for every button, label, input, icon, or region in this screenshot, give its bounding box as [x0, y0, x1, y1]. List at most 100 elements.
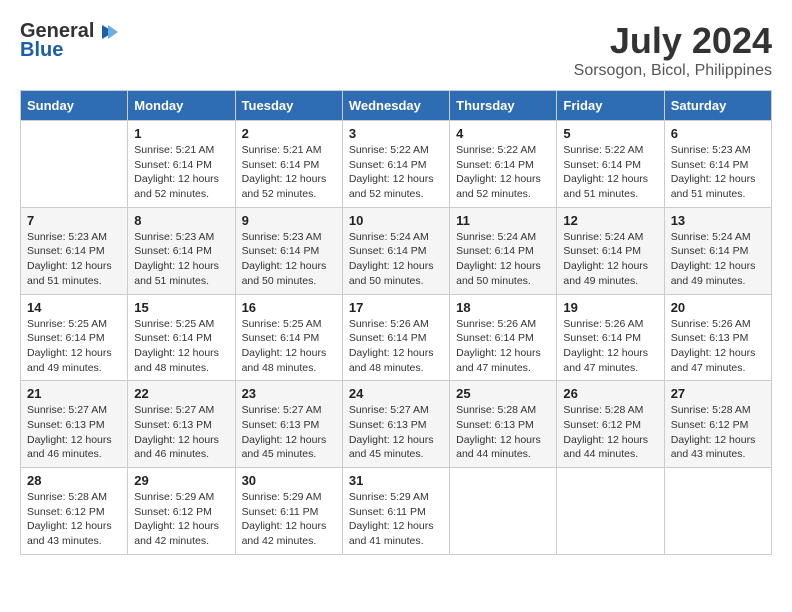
day-cell: 20 Sunrise: 5:26 AMSunset: 6:13 PMDayligh… — [664, 294, 771, 381]
day-cell: 3 Sunrise: 5:22 AMSunset: 6:14 PMDaylight… — [342, 121, 449, 208]
day-number: 26 — [563, 386, 657, 401]
day-info: Sunrise: 5:24 AMSunset: 6:14 PMDaylight:… — [456, 230, 550, 289]
day-cell: 14 Sunrise: 5:25 AMSunset: 6:14 PMDayligh… — [21, 294, 128, 381]
day-number: 9 — [242, 213, 336, 228]
day-info: Sunrise: 5:27 AMSunset: 6:13 PMDaylight:… — [27, 403, 121, 462]
day-number: 29 — [134, 473, 228, 488]
day-cell: 29Sunrise: 5:29 AMSunset: 6:12 PMDayligh… — [128, 468, 235, 555]
day-cell: 10 Sunrise: 5:24 AMSunset: 6:14 PMDayligh… — [342, 207, 449, 294]
day-cell: 19Sunrise: 5:26 AMSunset: 6:14 PMDayligh… — [557, 294, 664, 381]
day-cell: 12 Sunrise: 5:24 AMSunset: 6:14 PMDayligh… — [557, 207, 664, 294]
day-cell: 26Sunrise: 5:28 AMSunset: 6:12 PMDayligh… — [557, 381, 664, 468]
day-info: Sunrise: 5:27 AMSunset: 6:13 PMDaylight:… — [349, 403, 443, 462]
day-number: 8 — [134, 213, 228, 228]
day-number: 23 — [242, 386, 336, 401]
header-cell-thursday: Thursday — [450, 91, 557, 121]
day-info: Sunrise: 5:22 AMSunset: 6:14 PMDaylight:… — [456, 143, 550, 202]
day-number: 1 — [134, 126, 228, 141]
logo-blue-text: Blue — [20, 39, 63, 62]
day-number: 2 — [242, 126, 336, 141]
day-info: Sunrise: 5:28 AMSunset: 6:13 PMDaylight:… — [456, 403, 550, 462]
day-info: Sunrise: 5:29 AMSunset: 6:11 PMDaylight:… — [349, 490, 443, 549]
day-info: Sunrise: 5:29 AMSunset: 6:11 PMDaylight:… — [242, 490, 336, 549]
day-info: Sunrise: 5:25 AMSunset: 6:14 PMDaylight:… — [27, 317, 121, 376]
day-cell: 28 Sunrise: 5:28 AMSunset: 6:12 PMDayligh… — [21, 468, 128, 555]
day-cell: 16 Sunrise: 5:25 AMSunset: 6:14 PMDayligh… — [235, 294, 342, 381]
week-row-4: 21 Sunrise: 5:27 AMSunset: 6:13 PMDayligh… — [21, 381, 772, 468]
week-row-3: 14 Sunrise: 5:25 AMSunset: 6:14 PMDayligh… — [21, 294, 772, 381]
day-number: 21 — [27, 386, 121, 401]
day-cell: 27Sunrise: 5:28 AMSunset: 6:12 PMDayligh… — [664, 381, 771, 468]
day-number: 3 — [349, 126, 443, 141]
day-info: Sunrise: 5:22 AMSunset: 6:14 PMDaylight:… — [563, 143, 657, 202]
day-number: 4 — [456, 126, 550, 141]
day-info: Sunrise: 5:26 AMSunset: 6:14 PMDaylight:… — [456, 317, 550, 376]
day-info: Sunrise: 5:24 AMSunset: 6:14 PMDaylight:… — [671, 230, 765, 289]
day-cell: 17Sunrise: 5:26 AMSunset: 6:14 PMDayligh… — [342, 294, 449, 381]
day-cell: 13 Sunrise: 5:24 AMSunset: 6:14 PMDayligh… — [664, 207, 771, 294]
day-number: 14 — [27, 300, 121, 315]
page-header: General Blue July 2024 Sorsogon, Bicol, … — [20, 20, 772, 80]
day-info: Sunrise: 5:27 AMSunset: 6:13 PMDaylight:… — [242, 403, 336, 462]
day-number: 10 — [349, 213, 443, 228]
day-number: 6 — [671, 126, 765, 141]
day-number: 5 — [563, 126, 657, 141]
day-number: 16 — [242, 300, 336, 315]
day-cell — [664, 468, 771, 555]
day-cell: 7Sunrise: 5:23 AMSunset: 6:14 PMDaylight… — [21, 207, 128, 294]
day-number: 13 — [671, 213, 765, 228]
day-number: 28 — [27, 473, 121, 488]
calendar-body: 1 Sunrise: 5:21 AMSunset: 6:14 PMDaylight… — [21, 121, 772, 555]
day-number: 27 — [671, 386, 765, 401]
day-number: 15 — [134, 300, 228, 315]
day-info: Sunrise: 5:26 AMSunset: 6:13 PMDaylight:… — [671, 317, 765, 376]
day-cell: 23 Sunrise: 5:27 AMSunset: 6:13 PMDayligh… — [235, 381, 342, 468]
day-cell: 6Sunrise: 5:23 AMSunset: 6:14 PMDaylight… — [664, 121, 771, 208]
day-number: 24 — [349, 386, 443, 401]
week-row-2: 7Sunrise: 5:23 AMSunset: 6:14 PMDaylight… — [21, 207, 772, 294]
day-info: Sunrise: 5:23 AMSunset: 6:14 PMDaylight:… — [134, 230, 228, 289]
day-cell: 21 Sunrise: 5:27 AMSunset: 6:13 PMDayligh… — [21, 381, 128, 468]
day-cell: 4 Sunrise: 5:22 AMSunset: 6:14 PMDaylight… — [450, 121, 557, 208]
location: Sorsogon, Bicol, Philippines — [574, 62, 772, 80]
day-cell — [21, 121, 128, 208]
header-row: SundayMondayTuesdayWednesdayThursdayFrid… — [21, 91, 772, 121]
month-year: July 2024 — [574, 20, 772, 62]
header-cell-tuesday: Tuesday — [235, 91, 342, 121]
header-cell-wednesday: Wednesday — [342, 91, 449, 121]
day-info: Sunrise: 5:24 AMSunset: 6:14 PMDaylight:… — [349, 230, 443, 289]
day-number: 12 — [563, 213, 657, 228]
day-info: Sunrise: 5:28 AMSunset: 6:12 PMDaylight:… — [27, 490, 121, 549]
day-number: 20 — [671, 300, 765, 315]
calendar-table: SundayMondayTuesdayWednesdayThursdayFrid… — [20, 90, 772, 555]
day-cell: 9Sunrise: 5:23 AMSunset: 6:14 PMDaylight… — [235, 207, 342, 294]
day-cell: 18 Sunrise: 5:26 AMSunset: 6:14 PMDayligh… — [450, 294, 557, 381]
day-cell: 30 Sunrise: 5:29 AMSunset: 6:11 PMDayligh… — [235, 468, 342, 555]
day-info: Sunrise: 5:21 AMSunset: 6:14 PMDaylight:… — [242, 143, 336, 202]
day-number: 22 — [134, 386, 228, 401]
day-info: Sunrise: 5:25 AMSunset: 6:14 PMDaylight:… — [242, 317, 336, 376]
day-number: 31 — [349, 473, 443, 488]
day-cell: 1 Sunrise: 5:21 AMSunset: 6:14 PMDaylight… — [128, 121, 235, 208]
week-row-5: 28 Sunrise: 5:28 AMSunset: 6:12 PMDayligh… — [21, 468, 772, 555]
day-info: Sunrise: 5:21 AMSunset: 6:14 PMDaylight:… — [134, 143, 228, 202]
day-cell — [450, 468, 557, 555]
day-cell: 2 Sunrise: 5:21 AMSunset: 6:14 PMDaylight… — [235, 121, 342, 208]
day-number: 18 — [456, 300, 550, 315]
day-cell — [557, 468, 664, 555]
day-cell: 11Sunrise: 5:24 AMSunset: 6:14 PMDayligh… — [450, 207, 557, 294]
day-cell: 31 Sunrise: 5:29 AMSunset: 6:11 PMDayligh… — [342, 468, 449, 555]
week-row-1: 1 Sunrise: 5:21 AMSunset: 6:14 PMDaylight… — [21, 121, 772, 208]
day-cell: 8 Sunrise: 5:23 AMSunset: 6:14 PMDaylight… — [128, 207, 235, 294]
header-cell-saturday: Saturday — [664, 91, 771, 121]
calendar-header: SundayMondayTuesdayWednesdayThursdayFrid… — [21, 91, 772, 121]
header-cell-monday: Monday — [128, 91, 235, 121]
day-info: Sunrise: 5:26 AMSunset: 6:14 PMDaylight:… — [563, 317, 657, 376]
day-number: 30 — [242, 473, 336, 488]
day-info: Sunrise: 5:22 AMSunset: 6:14 PMDaylight:… — [349, 143, 443, 202]
header-cell-sunday: Sunday — [21, 91, 128, 121]
header-cell-friday: Friday — [557, 91, 664, 121]
day-info: Sunrise: 5:24 AMSunset: 6:14 PMDaylight:… — [563, 230, 657, 289]
logo: General Blue — [20, 20, 118, 62]
day-cell: 25Sunrise: 5:28 AMSunset: 6:13 PMDayligh… — [450, 381, 557, 468]
